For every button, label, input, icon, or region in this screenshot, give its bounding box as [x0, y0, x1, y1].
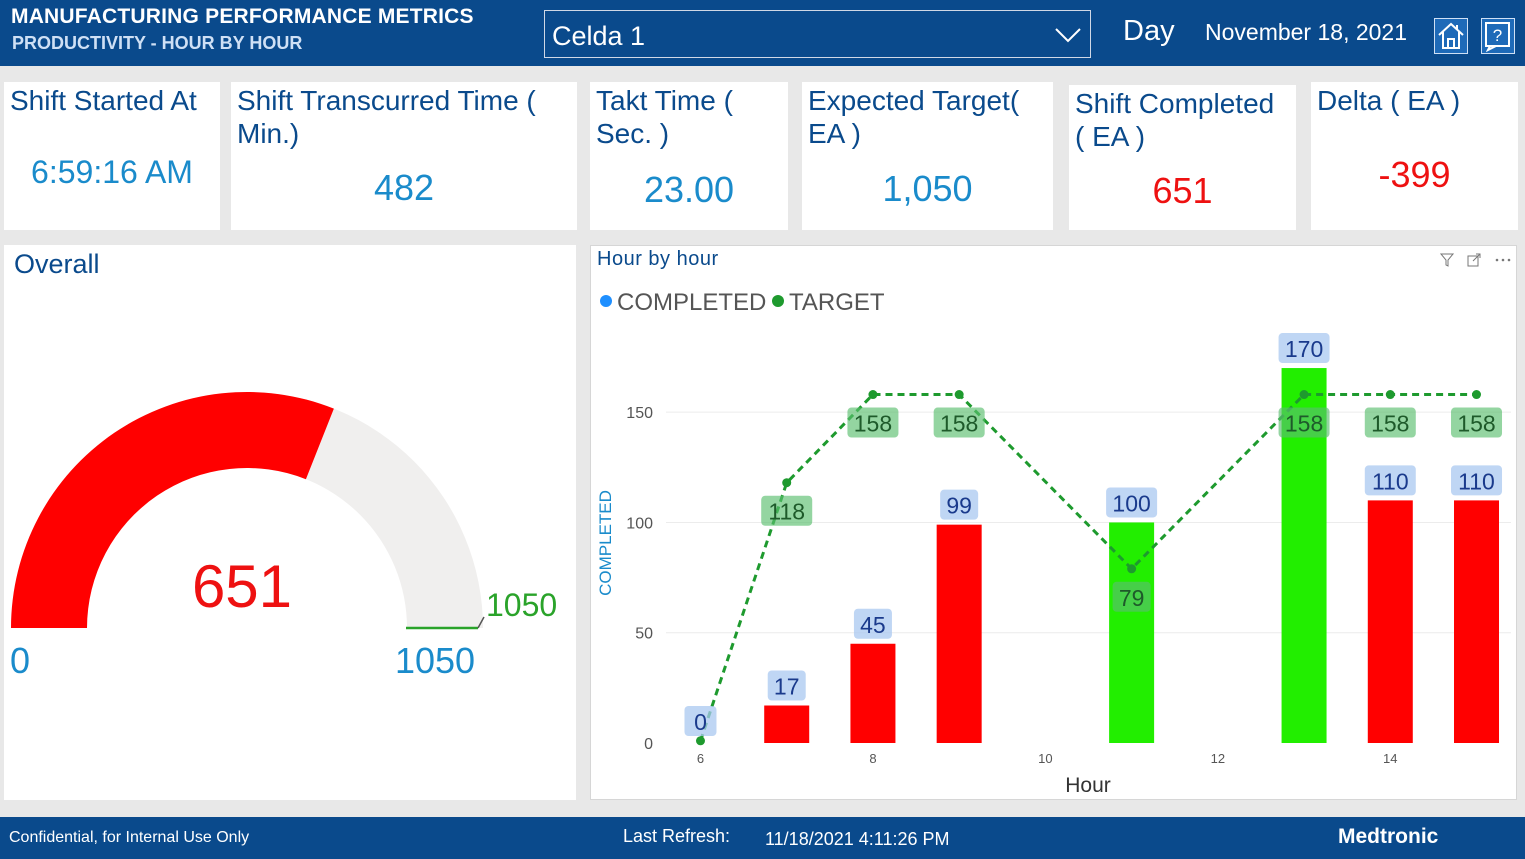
kpi-transcurred-time: Shift Transcurred Time ( Min.) 482	[231, 82, 577, 230]
last-refresh-label: Last Refresh:	[623, 826, 731, 846]
x-tick-label: 12	[1211, 751, 1225, 766]
kpi-shift-started-label: Shift Started At	[10, 85, 197, 116]
gauge-target-label: 1050	[486, 587, 557, 623]
kpi-transcurred-value: 482	[373, 167, 435, 208]
y-tick-label: 100	[626, 515, 653, 532]
help-button[interactable]: ?	[1481, 18, 1515, 54]
brand-logo-text: Medtronic	[1338, 825, 1439, 848]
target-data-label: 158	[854, 411, 892, 437]
kpi-expected-label: Expected Target( EA )	[808, 85, 1020, 149]
gauge-value: 651	[192, 553, 292, 620]
completed-data-label: 99	[946, 493, 972, 519]
kpi-completed-value: 651	[1152, 170, 1213, 211]
help-icon: ?	[1485, 22, 1510, 53]
completed-bar	[1367, 500, 1413, 743]
target-point	[1472, 390, 1482, 400]
kpi-takt-time: Takt Time ( Sec. ) 23.00	[590, 82, 788, 230]
target-data-label: 158	[940, 411, 978, 437]
legend-target-marker	[772, 295, 784, 307]
completed-data-label: 110	[1372, 468, 1409, 494]
completed-bar	[1109, 522, 1155, 743]
kpi-shift-started-value: 6:59:16 AM	[31, 154, 193, 190]
completed-bar	[850, 643, 896, 743]
y-tick-label: 150	[626, 405, 653, 422]
target-data-label: 158	[1457, 411, 1495, 437]
app-subtitle: PRODUCTIVITY - HOUR BY HOUR	[12, 33, 303, 53]
completed-data-label: 170	[1285, 336, 1323, 362]
kpi-takt-label: Takt Time ( Sec. )	[596, 85, 733, 149]
y-tick-label: 50	[635, 626, 653, 643]
kpi-expected-target: Expected Target( EA ) 1,050	[802, 82, 1053, 230]
svg-text:?: ?	[1493, 26, 1502, 45]
legend-completed-marker	[600, 295, 612, 307]
hourly-chart-panel: Hour by hour COMPLETED TARGET COMPLETED …	[590, 245, 1517, 800]
y-axis-title: COMPLETED	[596, 490, 615, 596]
kpi-delta-label: Delta ( EA )	[1317, 85, 1461, 116]
target-point	[954, 390, 964, 400]
chevron-down-icon	[1055, 28, 1081, 43]
legend-completed-label: COMPLETED	[617, 289, 766, 316]
kpi-shift-completed: Shift Completed ( EA ) 651	[1069, 85, 1296, 230]
target-data-label: 158	[1371, 411, 1409, 437]
completed-data-label: 45	[860, 612, 886, 638]
target-point	[868, 390, 878, 400]
completed-data-label: 100	[1112, 490, 1150, 516]
target-point	[1385, 390, 1395, 400]
kpi-transcurred-label: Shift Transcurred Time ( Min.)	[237, 85, 536, 149]
legend-target-label: TARGET	[789, 289, 885, 316]
cell-dropdown-value: Celda 1	[552, 21, 646, 51]
app-title: MANUFACTURING PERFORMANCE METRICS	[11, 5, 474, 28]
last-refresh-value: 11/18/2021 4:11:26 PM	[765, 829, 950, 849]
x-tick-label: 6	[697, 751, 704, 766]
gauge-min-label: 0	[10, 640, 30, 681]
x-tick-label: 14	[1383, 751, 1397, 766]
confidential-notice: Confidential, for Internal Use Only	[9, 829, 250, 846]
target-point	[695, 736, 705, 746]
completed-bar	[1454, 500, 1500, 743]
x-tick-label: 8	[869, 751, 876, 766]
x-tick-label: 10	[1038, 751, 1052, 766]
home-button[interactable]	[1434, 18, 1468, 54]
target-point	[782, 478, 792, 488]
target-point	[1299, 390, 1309, 400]
target-point	[1127, 564, 1137, 574]
kpi-takt-value: 23.00	[643, 169, 735, 210]
completed-bar	[936, 524, 982, 743]
overall-gauge: 651 0 1050 1050	[10, 392, 557, 681]
y-tick-label: 0	[644, 736, 653, 753]
date-label: November 18, 2021	[1205, 19, 1408, 45]
target-data-label: 158	[1285, 411, 1323, 437]
kpi-delta-value: -399	[1378, 154, 1451, 195]
footer-bar: Confidential, for Internal Use Only Last…	[0, 817, 1525, 859]
header-bar: MANUFACTURING PERFORMANCE METRICS PRODUC…	[0, 0, 1525, 66]
completed-bar	[764, 705, 810, 743]
cell-dropdown[interactable]: Celda 1	[544, 10, 1091, 58]
completed-data-label: 0	[694, 709, 707, 735]
gauge-max-label: 1050	[395, 640, 475, 681]
home-icon	[1438, 22, 1464, 49]
period-label: Day	[1123, 15, 1175, 47]
hourly-chart: COMPLETED TARGET COMPLETED Hour 05010015…	[596, 289, 1511, 797]
kpi-shift-started: Shift Started At 6:59:16 AM	[4, 82, 220, 230]
target-line	[699, 393, 1477, 742]
target-data-label: 79	[1119, 585, 1145, 611]
kpi-delta: Delta ( EA ) -399	[1311, 82, 1518, 230]
kpi-completed-label: Shift Completed ( EA )	[1075, 88, 1275, 152]
target-data-label: 118	[768, 499, 805, 525]
completed-data-label: 17	[774, 674, 800, 700]
completed-data-label: 110	[1458, 468, 1495, 494]
x-axis-title: Hour	[1065, 774, 1111, 797]
kpi-expected-value: 1,050	[882, 168, 973, 209]
overall-panel: Overall 651 0 1050 1050	[4, 245, 576, 800]
